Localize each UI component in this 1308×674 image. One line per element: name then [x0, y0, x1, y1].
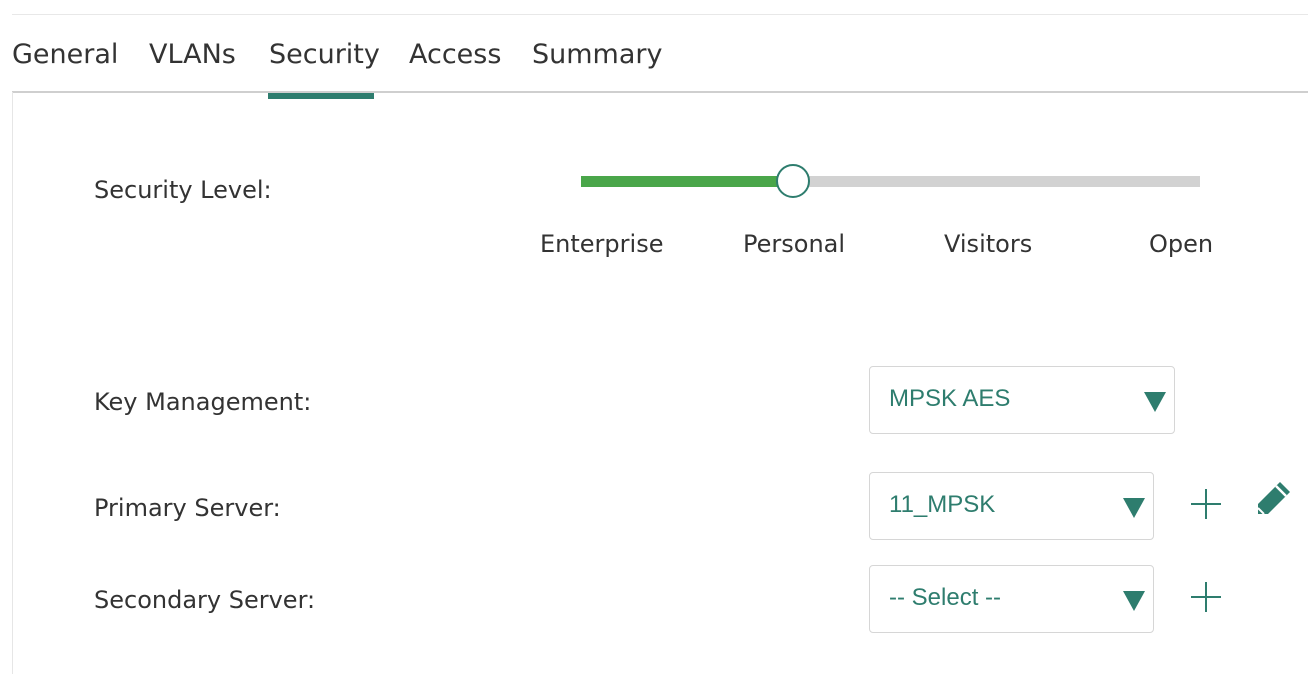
tab-security[interactable]: Security	[269, 36, 380, 74]
dropdown-arrow-icon	[1123, 591, 1145, 611]
level-option-personal[interactable]: Personal	[743, 230, 845, 258]
tab-bar: General VLANs Security Access Summary	[0, 0, 1308, 100]
level-option-visitors[interactable]: Visitors	[944, 230, 1032, 258]
level-option-enterprise[interactable]: Enterprise	[540, 230, 663, 258]
secondary-server-label: Secondary Server:	[94, 586, 316, 614]
tab-vlans[interactable]: VLANs	[149, 36, 236, 74]
dropdown-arrow-icon	[1123, 498, 1145, 518]
level-option-open[interactable]: Open	[1149, 230, 1213, 258]
security-level-slider-track[interactable]	[581, 176, 1200, 187]
tab-bar-divider	[12, 91, 1308, 93]
wlan-security-page: General VLANs Security Access Summary Se…	[0, 0, 1308, 674]
security-level-slider-fill	[581, 176, 793, 187]
tab-general[interactable]: General	[12, 36, 118, 74]
tab-access[interactable]: Access	[409, 36, 501, 74]
key-management-select[interactable]: MPSK AES	[869, 366, 1175, 434]
security-level-label: Security Level:	[94, 176, 272, 204]
secondary-server-select[interactable]: -- Select --	[869, 565, 1154, 633]
primary-server-select[interactable]: 11_MPSK	[869, 472, 1154, 540]
content-left-border	[12, 92, 13, 674]
tab-summary[interactable]: Summary	[532, 36, 662, 74]
key-management-value: MPSK AES	[889, 385, 1011, 412]
security-level-slider-handle[interactable]	[776, 164, 810, 198]
edit-primary-server-pencil-icon[interactable]	[1254, 478, 1294, 518]
key-management-label: Key Management:	[94, 388, 312, 416]
add-primary-server-plus-icon[interactable]	[1191, 489, 1221, 519]
secondary-server-value: -- Select --	[889, 584, 1002, 611]
add-secondary-server-plus-icon[interactable]	[1191, 582, 1221, 612]
active-tab-indicator	[268, 93, 374, 99]
primary-server-label: Primary Server:	[94, 494, 281, 522]
dropdown-arrow-icon	[1144, 392, 1166, 412]
primary-server-value: 11_MPSK	[889, 491, 996, 518]
